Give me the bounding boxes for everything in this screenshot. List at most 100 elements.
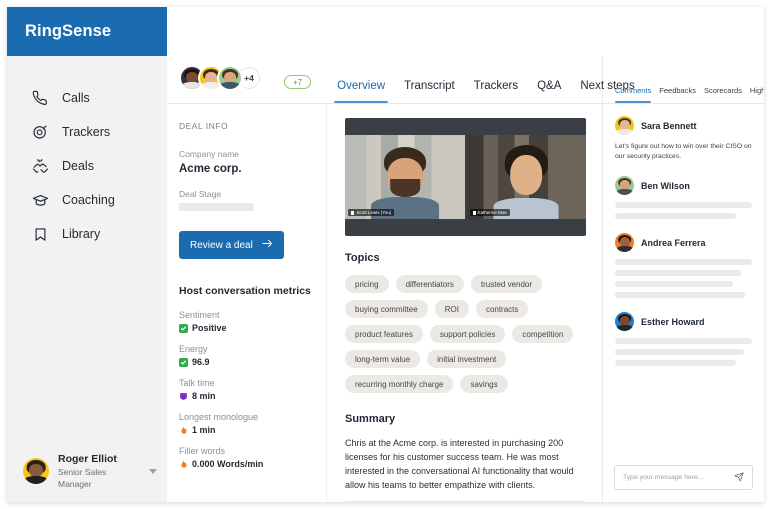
- content-area: +4 +7 Overview Transcript Trackers Q&A N…: [167, 56, 764, 502]
- topic-chip[interactable]: ROI: [434, 300, 469, 318]
- summary-title: Summary: [345, 413, 396, 425]
- check-badge-icon: [179, 323, 188, 333]
- topic-chip[interactable]: initial investment: [427, 350, 507, 368]
- avatar: [217, 65, 243, 91]
- review-deal-button[interactable]: Review a deal: [179, 231, 284, 259]
- sidebar-item-trackers[interactable]: Trackers: [7, 115, 167, 149]
- company-name-field: Company name Acme corp.: [179, 149, 314, 175]
- video-tile-name: Katherine Moe: [469, 209, 510, 216]
- metric-label: Energy: [179, 344, 208, 354]
- sidebar-item-deals[interactable]: Deals: [7, 149, 167, 183]
- comment-placeholder-line: [615, 349, 744, 355]
- phone-icon: [31, 89, 49, 107]
- placeholder-line: [345, 501, 586, 502]
- metric-label: Sentiment: [179, 310, 220, 320]
- topic-chip[interactable]: trusted vendor: [470, 275, 543, 293]
- topic-chip[interactable]: long-term value: [345, 350, 421, 368]
- tab-trackers[interactable]: Trackers: [474, 80, 518, 103]
- arrow-right-icon: [262, 239, 273, 251]
- shield-icon: [179, 392, 188, 401]
- comment-item: Sara Bennett Let's figure out how to win…: [615, 116, 752, 162]
- top-header-bar: [167, 7, 764, 56]
- topics-title: Topics: [345, 252, 380, 264]
- topic-chip[interactable]: contracts: [475, 300, 529, 318]
- tab-qa[interactable]: Q&A: [537, 80, 561, 103]
- metric-energy: Energy 96.9: [179, 344, 314, 367]
- metric-label: Longest monologue: [179, 412, 259, 422]
- user-meta: Roger Elliot Senior Sales Manager: [58, 453, 140, 490]
- metric-longest-monologue: Longest monologue 1 min: [179, 412, 314, 435]
- bookmark-icon: [31, 225, 49, 243]
- tab-scorecards[interactable]: Scorecards: [704, 86, 742, 103]
- sidebar-item-label: Calls: [62, 91, 90, 105]
- app-logo[interactable]: RingSense: [7, 7, 167, 56]
- comments-list: Sara Bennett Let's figure out how to win…: [603, 104, 764, 456]
- topic-chip[interactable]: differentiators: [395, 275, 464, 293]
- handshake-icon: [31, 157, 49, 175]
- video-tile: Scott Lewis (You): [345, 135, 465, 219]
- sidebar-item-label: Coaching: [62, 193, 115, 207]
- topic-chip[interactable]: savings: [460, 375, 508, 393]
- participants-avatars[interactable]: +4: [179, 65, 262, 103]
- sidebar-item-library[interactable]: Library: [7, 217, 167, 251]
- sidebar-item-label: Trackers: [62, 125, 111, 139]
- avatar: [615, 233, 634, 252]
- user-role: Senior Sales Manager: [58, 466, 107, 489]
- sidebar-item-calls[interactable]: Calls: [7, 81, 167, 115]
- comment-placeholder-line: [615, 213, 736, 219]
- deal-info-label: DEAL INFO: [179, 121, 229, 131]
- tab-transcript[interactable]: Transcript: [404, 80, 455, 103]
- comment-placeholder-line: [615, 270, 742, 276]
- call-video-player[interactable]: Scott Lewis (You) Katherine Moe: [345, 118, 586, 236]
- company-name-value: Acme corp.: [179, 163, 242, 175]
- metric-value: 96.9: [192, 357, 210, 367]
- send-icon[interactable]: [734, 469, 744, 487]
- tab-overview[interactable]: Overview: [334, 80, 388, 103]
- tab-feedbacks[interactable]: Feedbacks: [659, 86, 696, 103]
- topics-chips: pricing differentiators trusted vendor b…: [345, 275, 586, 393]
- metric-label: Talk time: [179, 378, 215, 388]
- comment-placeholder-line: [615, 259, 752, 265]
- tab-highlights[interactable]: Highlights: [750, 86, 764, 103]
- sidebar-item-coaching[interactable]: Coaching: [7, 183, 167, 217]
- topic-chip[interactable]: support policies: [429, 325, 506, 343]
- audio-icon: [472, 210, 476, 215]
- avatar: [23, 458, 49, 484]
- metric-value: 0.000 Words/min: [192, 459, 264, 469]
- target-icon: [31, 123, 49, 141]
- comment-input-placeholder: Type your message here...: [623, 474, 704, 481]
- tabs: Overview Transcript Trackers Q&A Next st…: [334, 80, 635, 103]
- tab-comments[interactable]: Comments: [615, 86, 652, 103]
- metric-filler-words: Filler words 0.000 Words/min: [179, 446, 314, 469]
- metric-sentiment: Sentiment Positive: [179, 310, 314, 333]
- comment-author: Ben Wilson: [641, 180, 690, 191]
- sidebar-nav: Calls Trackers Deals Coaching Library: [7, 56, 167, 440]
- check-badge-icon: [179, 357, 188, 367]
- sidebar-item-label: Deals: [62, 159, 94, 173]
- main-area: +4 +7 Overview Transcript Trackers Q&A N…: [167, 7, 764, 502]
- deal-stage-label: Deal Stage: [179, 189, 222, 199]
- brand-name: RingSense: [25, 22, 112, 40]
- chevron-down-icon[interactable]: [149, 468, 157, 474]
- overview-content: Scott Lewis (You) Katherine Moe Topics p…: [327, 104, 602, 502]
- flame-icon: [179, 459, 188, 469]
- graduation-cap-icon: [31, 191, 49, 209]
- comment-placeholder-line: [615, 360, 736, 366]
- topic-chip[interactable]: competition: [512, 325, 574, 343]
- metric-value: Positive: [192, 323, 227, 333]
- avatar: [615, 176, 634, 195]
- summary-placeholder-lines: [345, 501, 586, 502]
- user-profile[interactable]: Roger Elliot Senior Sales Manager: [7, 440, 167, 502]
- topic-chip[interactable]: buying committee: [345, 300, 428, 318]
- topic-chip[interactable]: pricing: [345, 275, 389, 293]
- comment-input-box[interactable]: Type your message here...: [614, 465, 753, 490]
- topic-chip[interactable]: recurring monthly charge: [345, 375, 454, 393]
- review-deal-label: Review a deal: [190, 239, 253, 251]
- video-tile: Katherine Moe: [466, 135, 586, 219]
- audio-icon: [351, 210, 355, 215]
- center-section: +4 +7 Overview Transcript Trackers Q&A N…: [167, 56, 635, 502]
- extra-participants-pill[interactable]: +7: [284, 75, 312, 89]
- topic-chip[interactable]: product features: [345, 325, 423, 343]
- user-name: Roger Elliot: [58, 452, 117, 465]
- comment-placeholder-line: [615, 292, 746, 298]
